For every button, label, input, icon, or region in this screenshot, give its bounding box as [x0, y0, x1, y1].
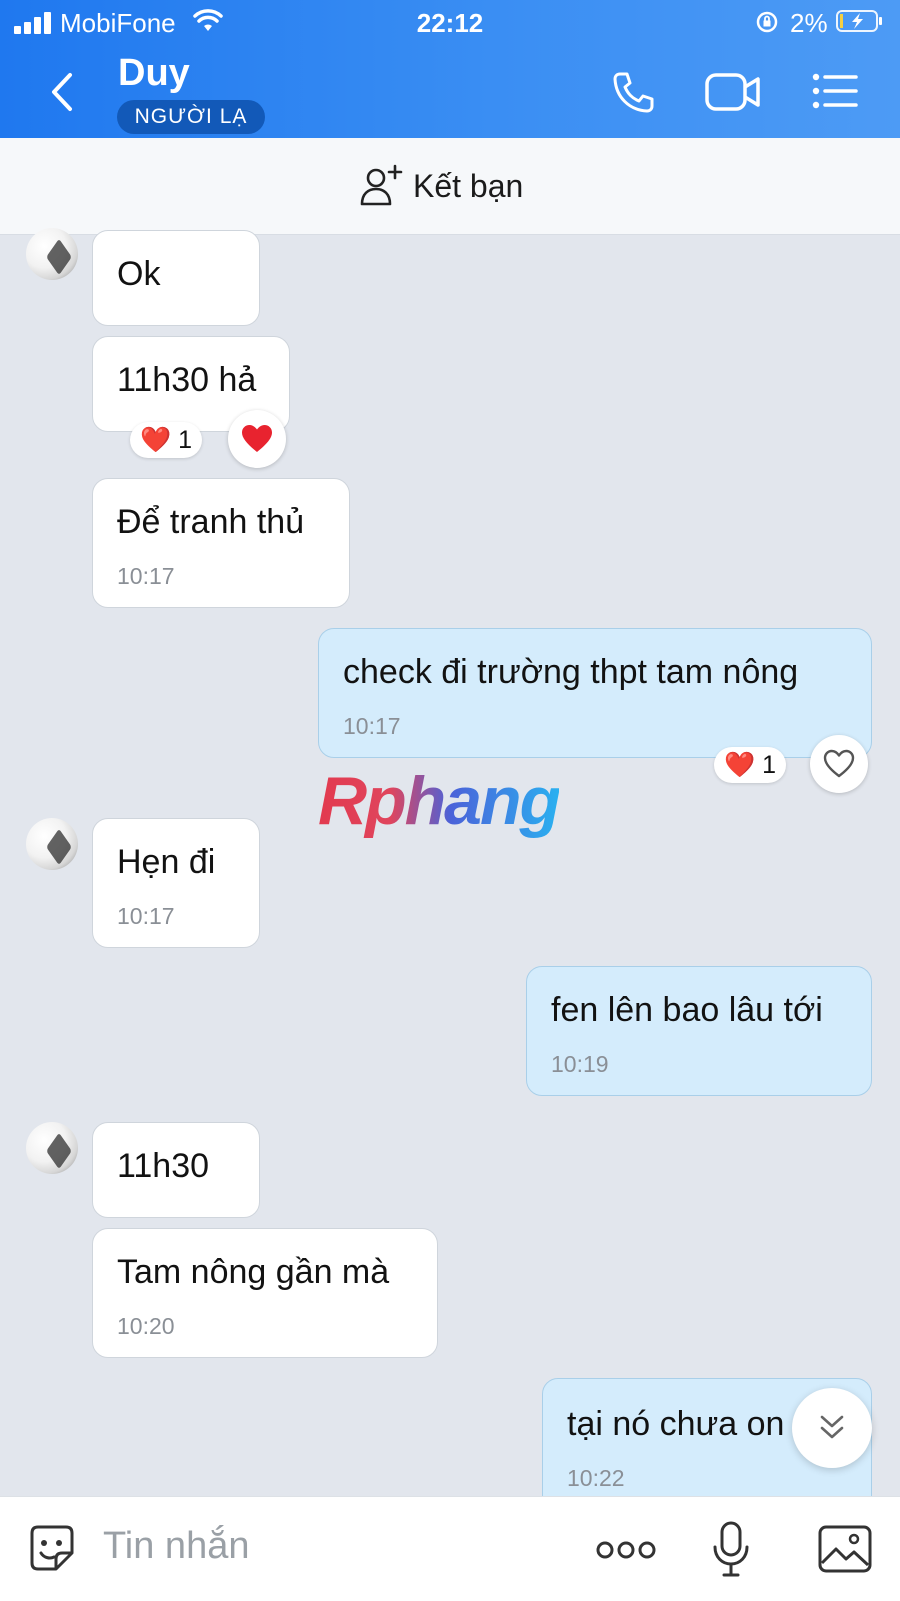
react-heart-button[interactable] [810, 735, 868, 793]
message-bubble-incoming[interactable]: 11h30 [92, 1122, 260, 1218]
reaction-summary[interactable]: ❤️ 1 [714, 747, 786, 783]
contact-avatar[interactable] [26, 818, 78, 870]
message-bubble-incoming[interactable]: Hẹn đi 10:17 [92, 818, 260, 948]
video-call-icon[interactable] [705, 72, 761, 112]
battery-icon [836, 10, 882, 32]
message-bubble-incoming[interactable]: Tam nông gần mà 10:20 [92, 1228, 438, 1358]
add-friend-bar[interactable]: Kết bạn [0, 138, 900, 235]
back-chevron-icon[interactable] [48, 72, 76, 112]
message-time: 10:17 [343, 713, 401, 739]
heart-outline-icon [823, 749, 855, 778]
heart-reaction-icon: ❤️ [140, 426, 172, 454]
message-composer: Tin nhắn [0, 1496, 900, 1601]
contact-name[interactable]: Duy [118, 52, 190, 95]
double-chevron-down-icon [820, 1415, 844, 1439]
reaction-summary[interactable]: ❤️ 1 [130, 422, 202, 458]
stranger-badge: NGƯỜI LẠ [117, 100, 265, 134]
message-time: 10:22 [567, 1465, 625, 1491]
rotation-lock-icon [756, 11, 778, 33]
add-friend-icon [360, 164, 403, 206]
microphone-icon[interactable] [712, 1521, 750, 1579]
battery-percent: 2% [790, 8, 828, 38]
sticker-emoji-icon[interactable] [26, 1523, 78, 1575]
contact-avatar[interactable] [26, 1122, 78, 1174]
message-text: 11h30 [117, 1147, 210, 1185]
message-text: 11h30 hả [117, 361, 257, 399]
message-bubble-incoming[interactable]: Để tranh thủ 10:17 [92, 478, 350, 608]
more-options-icon[interactable] [596, 1539, 656, 1561]
message-text: tại nó chưa on [567, 1405, 785, 1443]
menu-list-icon[interactable] [812, 73, 858, 109]
phone-icon[interactable] [610, 70, 656, 116]
reaction-count: 1 [762, 751, 776, 779]
watermark-logo: Rphang [318, 763, 561, 839]
message-bubble-outgoing[interactable]: fen lên bao lâu tới 10:19 [526, 966, 872, 1096]
message-bubble-outgoing[interactable]: check đi trường thpt tam nông 10:17 [318, 628, 872, 758]
message-time: 10:17 [117, 903, 175, 929]
heart-filled-icon [242, 425, 272, 452]
heart-reaction-icon: ❤️ [724, 751, 756, 779]
message-time: 10:17 [117, 563, 175, 589]
message-text: Hẹn đi [117, 843, 216, 881]
reaction-count: 1 [178, 426, 192, 454]
contact-avatar[interactable] [26, 228, 78, 280]
message-text: check đi trường thpt tam nông [343, 653, 799, 691]
message-text: Để tranh thủ [117, 503, 305, 541]
image-gallery-icon[interactable] [818, 1525, 872, 1573]
add-friend-label: Kết bạn [413, 168, 524, 204]
message-time: 10:19 [551, 1051, 609, 1077]
scroll-to-bottom-button[interactable] [792, 1388, 872, 1468]
message-input[interactable]: Tin nhắn [103, 1525, 249, 1568]
react-heart-button[interactable] [228, 410, 286, 468]
status-bar: MobiFone 22:12 2% [0, 0, 900, 44]
chat-header: MobiFone 22:12 2% Duy NGƯỜI LẠ [0, 0, 900, 138]
message-text: fen lên bao lâu tới [551, 991, 823, 1029]
message-time: 10:20 [117, 1313, 175, 1339]
message-text: Ok [117, 255, 161, 293]
message-text: Tam nông gần mà [117, 1253, 390, 1291]
message-bubble-incoming[interactable]: Ok [92, 230, 260, 326]
